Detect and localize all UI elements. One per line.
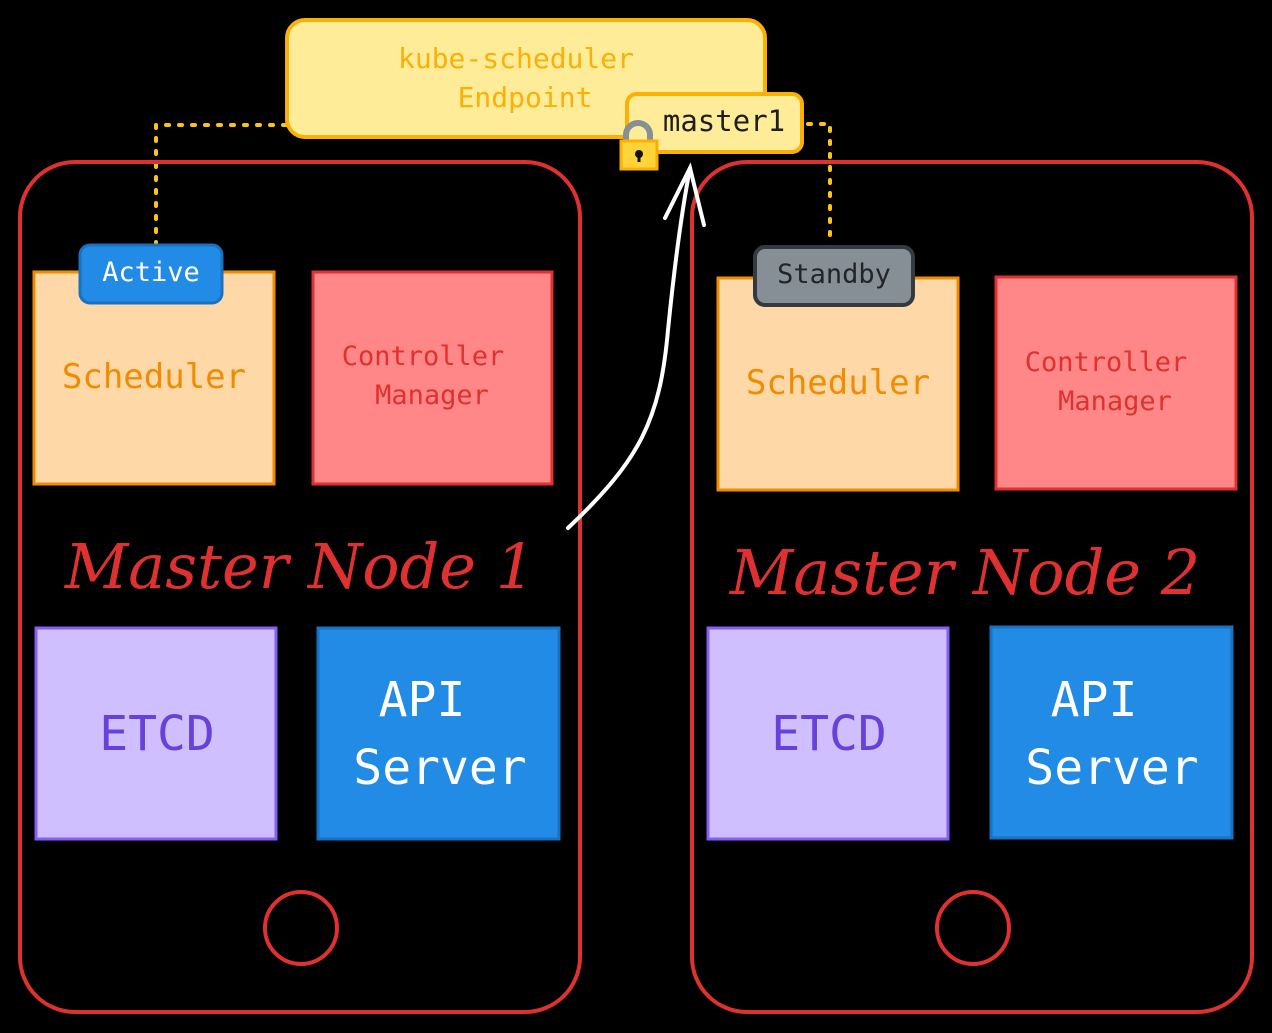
etcd-label: ETCD [99, 706, 215, 762]
lease-holder-label: master1 [663, 104, 785, 138]
controller-manager-label-2: Manager [375, 380, 489, 411]
controller-manager-label-1: Controller [342, 341, 505, 372]
status-badge-label: Active [102, 257, 200, 288]
controller-manager-box [311, 270, 554, 486]
controller-manager-label-1: Controller [1025, 347, 1188, 378]
api-server-box [989, 625, 1234, 840]
controller-manager-label-2: Manager [1058, 386, 1172, 417]
node-title: Master Node 1 [64, 530, 535, 603]
api-label-2: Server [1025, 740, 1198, 796]
api-label-1: API [1051, 672, 1138, 728]
leader-arrow [566, 162, 706, 530]
controller-manager-box [994, 275, 1238, 491]
standby-link-dotted [806, 122, 832, 247]
status-badge-label: Standby [777, 259, 891, 290]
master-node-1: Scheduler Active Controller Manager Mast… [18, 160, 582, 1014]
api-label-2: Server [353, 740, 526, 796]
endpoint-title-2: Endpoint [458, 81, 593, 114]
diagram-canvas: Scheduler Active Controller Manager Mast… [18, 18, 1254, 1014]
active-link-dotted [154, 123, 290, 247]
scheduler-label: Scheduler [62, 357, 246, 397]
scheduler-endpoint: kube-scheduler Endpoint master1 [285, 18, 804, 171]
scheduler-label: Scheduler [746, 363, 930, 403]
home-button-icon [935, 890, 1011, 966]
api-server-box [316, 626, 561, 841]
etcd-label: ETCD [771, 706, 887, 762]
node-title: Master Node 2 [729, 536, 1200, 609]
api-label-1: API [379, 672, 466, 728]
home-button-icon [263, 890, 339, 966]
master-node-2: Scheduler Standby Controller Manager Mas… [690, 160, 1254, 1014]
endpoint-title-1: kube-scheduler [398, 42, 634, 75]
